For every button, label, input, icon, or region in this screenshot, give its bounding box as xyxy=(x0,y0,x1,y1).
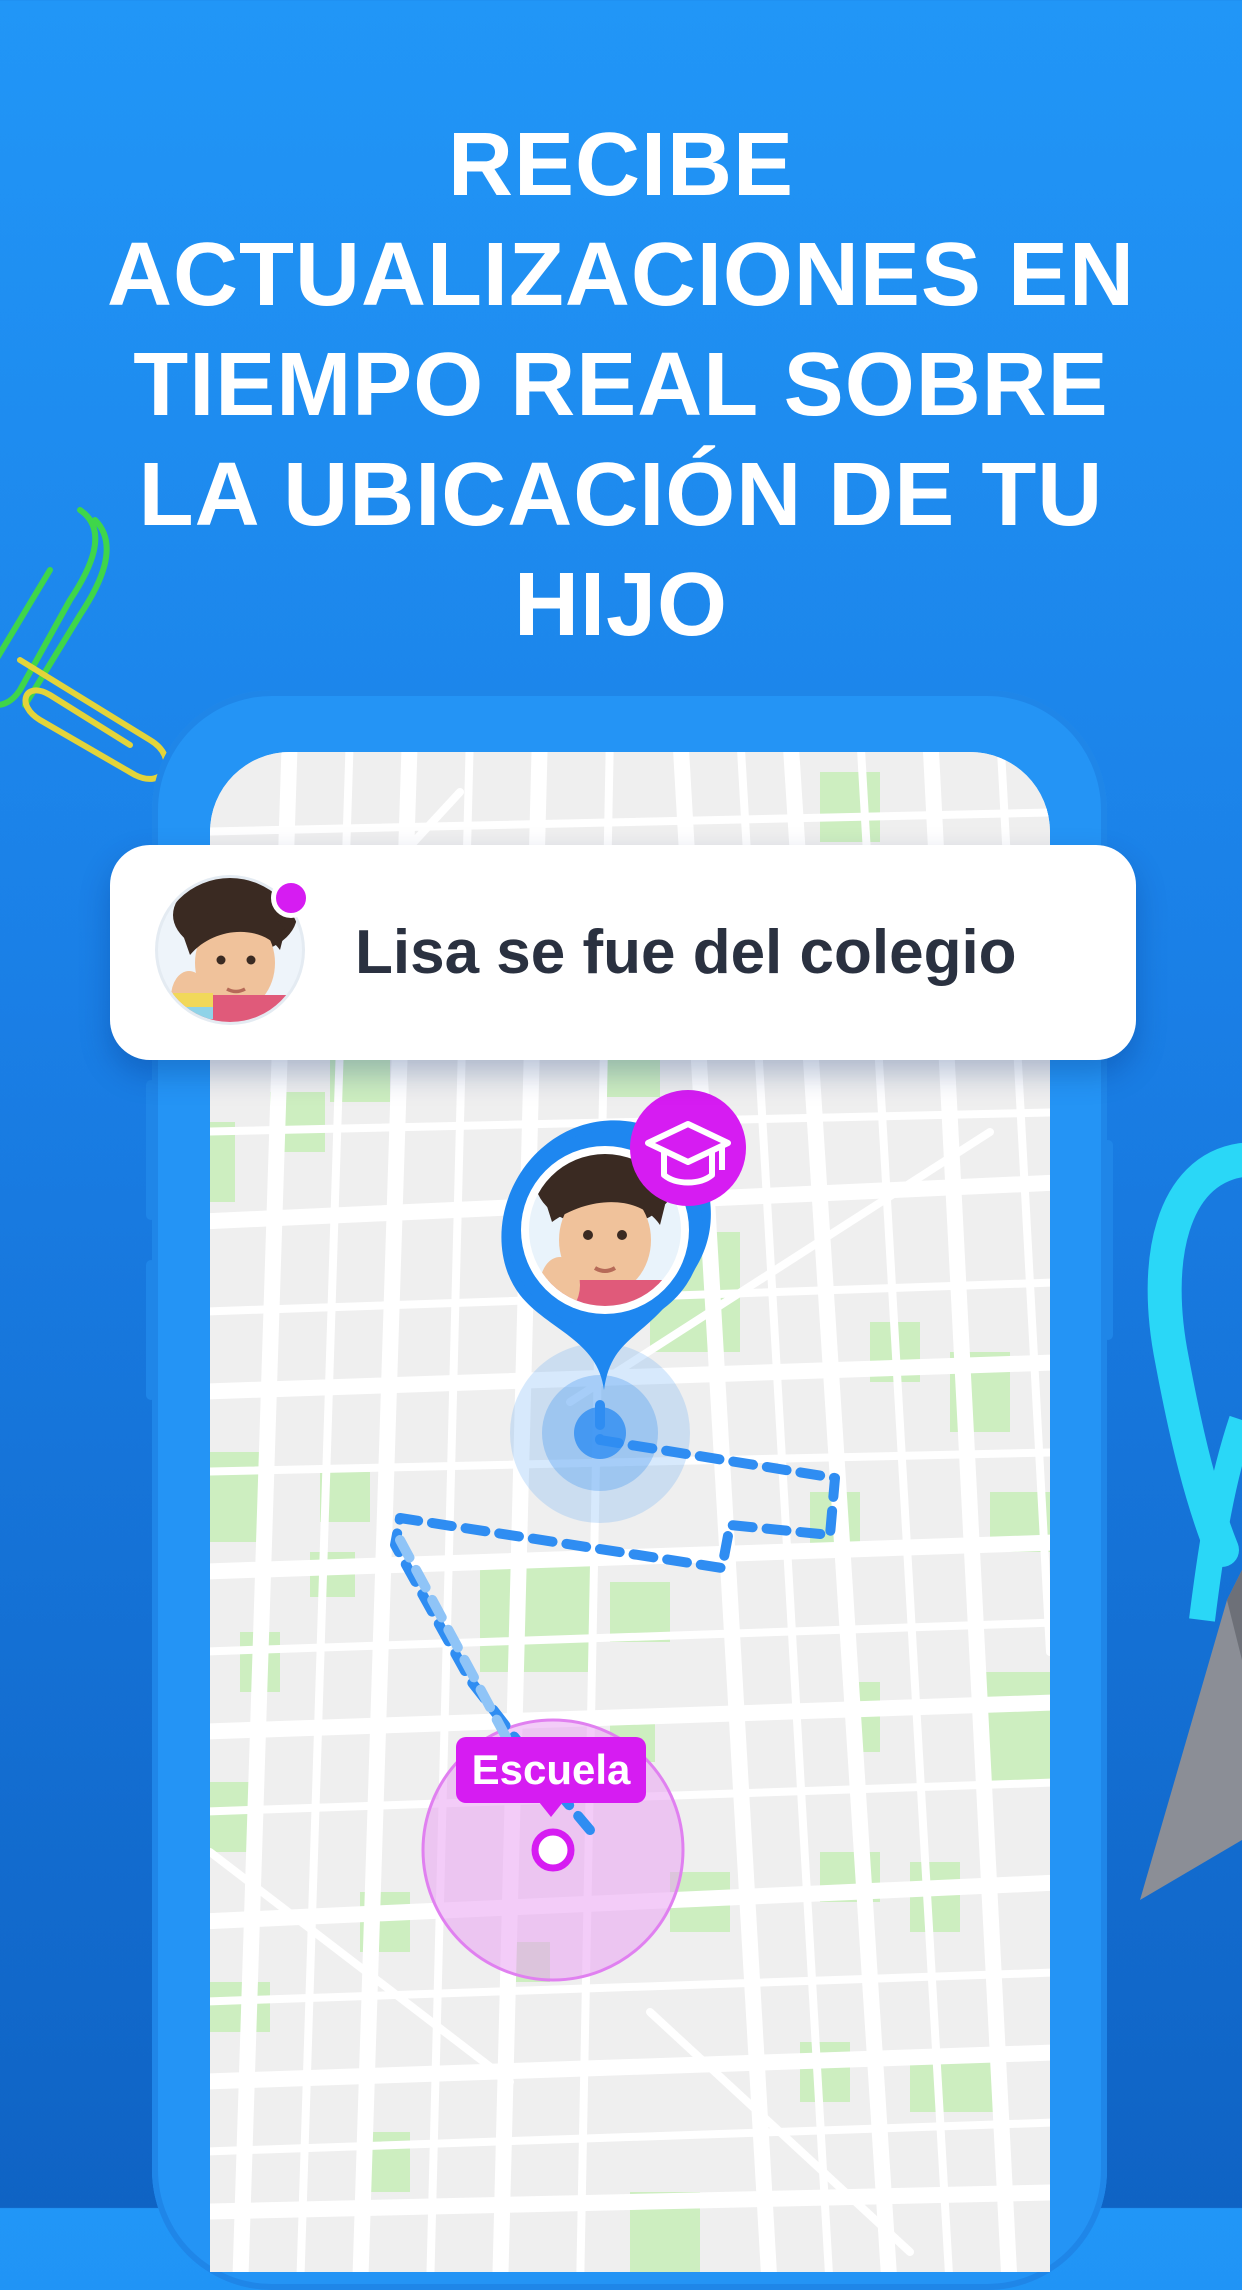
unread-indicator xyxy=(271,878,311,918)
school-pin[interactable] xyxy=(531,1828,575,1872)
notification-text: Lisa se fue del colegio xyxy=(355,918,1017,987)
map-overlay xyxy=(390,1090,840,1982)
school-badge xyxy=(630,1090,746,1206)
school-label: Escuela xyxy=(456,1737,646,1817)
notification-card[interactable]: Lisa se fue del colegio xyxy=(110,845,1136,1060)
